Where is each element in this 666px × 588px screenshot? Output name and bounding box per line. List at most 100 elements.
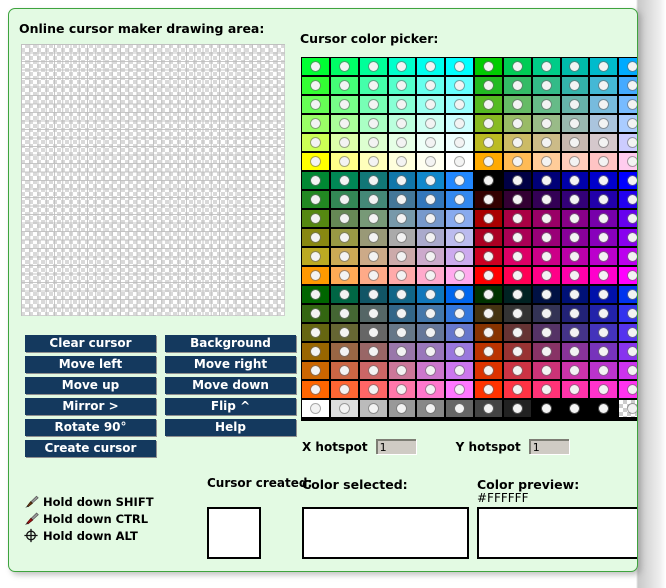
color-swatch[interactable] [531, 209, 561, 228]
color-swatch[interactable] [445, 323, 474, 342]
color-swatch[interactable] [474, 190, 503, 209]
color-swatch[interactable] [560, 361, 590, 380]
color-swatch[interactable] [387, 380, 417, 399]
color-swatch[interactable] [329, 76, 359, 95]
color-swatch[interactable] [589, 361, 619, 380]
color-swatch[interactable] [474, 95, 503, 114]
color-swatch[interactable] [474, 114, 503, 133]
color-swatch[interactable] [416, 152, 446, 171]
color-swatch[interactable] [329, 285, 359, 304]
color-swatch[interactable] [358, 285, 388, 304]
color-swatch[interactable] [589, 209, 619, 228]
color-swatch[interactable] [560, 228, 590, 247]
color-swatch[interactable] [358, 95, 388, 114]
color-swatch[interactable] [474, 285, 503, 304]
color-swatch[interactable] [474, 152, 503, 171]
x-hotspot-input[interactable] [375, 439, 416, 454]
color-swatch[interactable] [329, 266, 359, 285]
color-swatch[interactable] [560, 190, 590, 209]
color-swatch[interactable] [618, 342, 637, 361]
color-swatch[interactable] [358, 190, 388, 209]
color-swatch[interactable] [387, 209, 417, 228]
color-swatch[interactable] [358, 171, 388, 190]
color-swatch[interactable] [560, 266, 590, 285]
color-swatch[interactable] [416, 323, 446, 342]
color-swatch[interactable] [301, 342, 330, 361]
color-swatch[interactable] [474, 209, 503, 228]
color-swatch[interactable] [387, 152, 417, 171]
color-swatch[interactable] [329, 133, 359, 152]
color-swatch[interactable] [502, 304, 532, 323]
color-swatch[interactable] [531, 304, 561, 323]
color-swatch[interactable] [329, 209, 359, 228]
color-swatch[interactable] [502, 57, 532, 76]
color-swatch[interactable] [474, 399, 503, 418]
color-swatch[interactable] [329, 95, 359, 114]
color-swatch[interactable] [301, 247, 330, 266]
color-swatch[interactable] [329, 152, 359, 171]
color-swatch[interactable] [618, 152, 637, 171]
color-swatch[interactable] [474, 171, 503, 190]
color-swatch[interactable] [416, 342, 446, 361]
color-swatch[interactable] [474, 380, 503, 399]
color-swatch[interactable] [560, 285, 590, 304]
color-swatch[interactable] [589, 323, 619, 342]
color-swatch[interactable] [445, 95, 474, 114]
color-swatch[interactable] [589, 304, 619, 323]
color-swatch[interactable] [502, 266, 532, 285]
rotate-90-button[interactable]: Rotate 90° [25, 419, 156, 436]
color-swatch[interactable] [618, 57, 637, 76]
color-swatch[interactable] [618, 228, 637, 247]
background-button[interactable]: Background [165, 335, 296, 352]
color-swatch[interactable] [560, 57, 590, 76]
color-swatch[interactable] [618, 285, 637, 304]
color-swatch[interactable] [416, 190, 446, 209]
color-swatch[interactable] [358, 380, 388, 399]
color-swatch[interactable] [301, 190, 330, 209]
color-swatch[interactable] [387, 95, 417, 114]
color-swatch[interactable] [618, 171, 637, 190]
color-swatch[interactable] [358, 266, 388, 285]
color-swatch[interactable] [358, 152, 388, 171]
color-swatch[interactable] [618, 247, 637, 266]
color-swatch[interactable] [358, 114, 388, 133]
color-swatch[interactable] [589, 133, 619, 152]
color-swatch[interactable] [329, 342, 359, 361]
color-swatch[interactable] [618, 209, 637, 228]
color-swatch[interactable] [329, 399, 359, 418]
color-swatch[interactable] [474, 228, 503, 247]
color-swatch[interactable] [474, 247, 503, 266]
create-cursor-button[interactable]: Create cursor [25, 440, 156, 457]
color-swatch[interactable] [358, 76, 388, 95]
color-swatch[interactable] [301, 228, 330, 247]
color-swatch[interactable] [502, 285, 532, 304]
color-swatch[interactable] [445, 361, 474, 380]
color-swatch[interactable] [387, 76, 417, 95]
color-swatch[interactable] [301, 133, 330, 152]
color-swatch[interactable] [474, 342, 503, 361]
color-swatch[interactable] [329, 228, 359, 247]
color-swatch[interactable] [358, 133, 388, 152]
color-swatch[interactable] [589, 152, 619, 171]
color-swatch[interactable] [416, 361, 446, 380]
color-swatch[interactable] [301, 209, 330, 228]
color-swatch[interactable] [474, 323, 503, 342]
color-swatch[interactable] [589, 114, 619, 133]
color-swatch[interactable] [445, 266, 474, 285]
color-swatch[interactable] [387, 228, 417, 247]
color-palette-grid[interactable] [301, 57, 637, 421]
color-swatch[interactable] [445, 228, 474, 247]
color-swatch[interactable] [301, 380, 330, 399]
color-swatch[interactable] [531, 380, 561, 399]
color-swatch[interactable] [445, 114, 474, 133]
y-hotspot-input[interactable] [528, 439, 569, 454]
color-swatch[interactable] [589, 228, 619, 247]
color-swatch[interactable] [531, 57, 561, 76]
color-swatch[interactable] [301, 266, 330, 285]
color-swatch[interactable] [416, 228, 446, 247]
color-swatch[interactable] [560, 342, 590, 361]
color-swatch[interactable] [301, 323, 330, 342]
color-swatch[interactable] [589, 171, 619, 190]
color-swatch[interactable] [445, 171, 474, 190]
color-swatch[interactable] [560, 95, 590, 114]
